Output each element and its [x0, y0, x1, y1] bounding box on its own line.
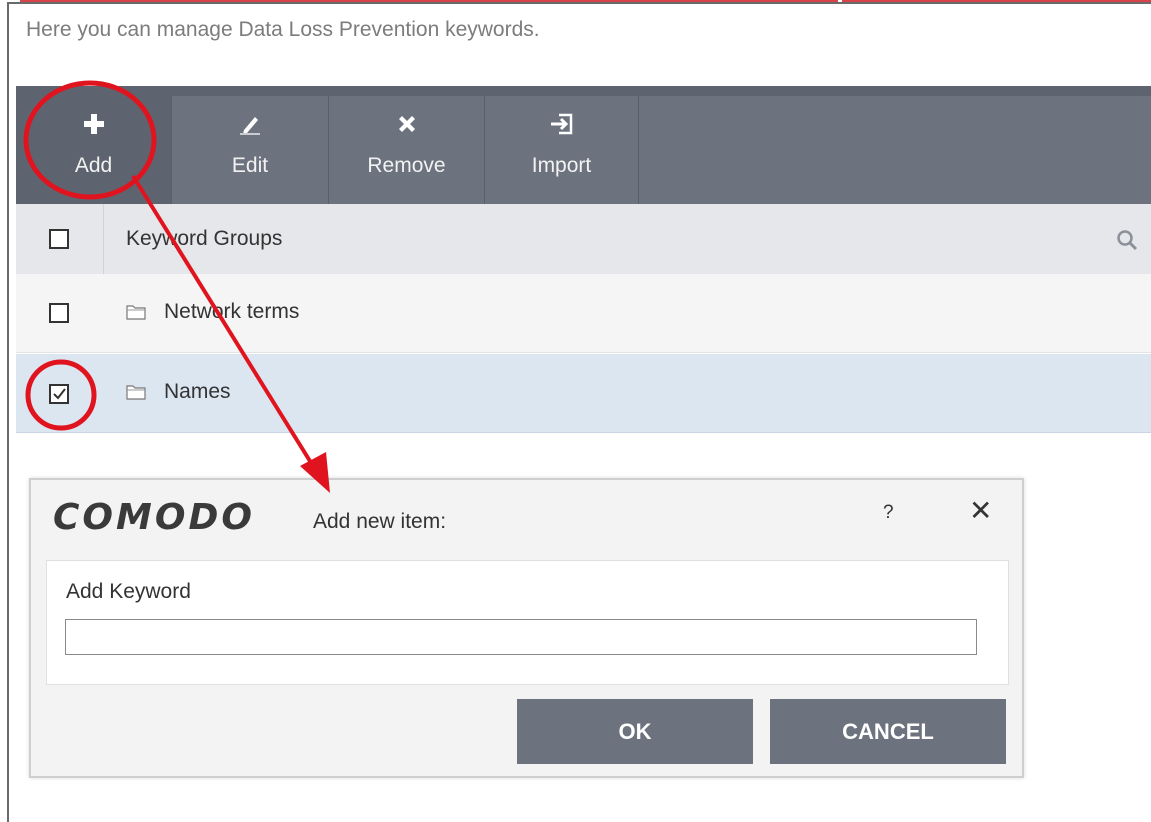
annotation-arrowhead — [300, 452, 330, 493]
annotation-overlay — [23, 80, 330, 493]
annotation-circle-checkbox — [25, 359, 97, 431]
annotation-arrow-line — [131, 174, 320, 476]
